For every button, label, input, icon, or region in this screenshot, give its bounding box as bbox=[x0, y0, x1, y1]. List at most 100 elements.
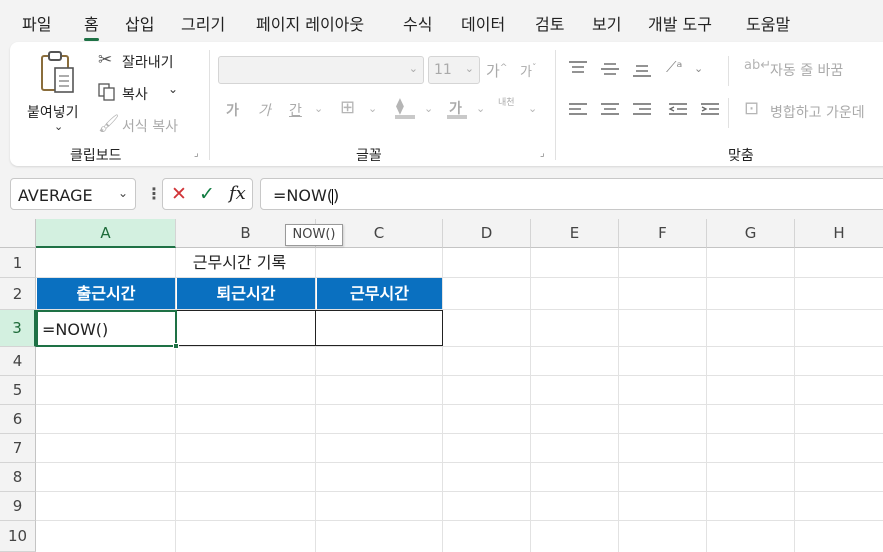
formula-input[interactable]: =NOW() bbox=[260, 178, 883, 210]
wrap-text-button[interactable]: ab↵ 자동 줄 바꿈 bbox=[744, 58, 883, 80]
bold-button[interactable]: 가 bbox=[226, 100, 239, 120]
align-top-icon[interactable] bbox=[568, 60, 588, 76]
align-middle-icon[interactable] bbox=[600, 62, 620, 78]
chevron-down-icon: ⌄ bbox=[408, 62, 418, 75]
cell-a3-active[interactable]: =NOW() bbox=[36, 310, 179, 349]
font-name-dropdown[interactable]: ⌄ bbox=[218, 56, 424, 84]
tab-review[interactable]: 검토 bbox=[535, 11, 564, 35]
decrease-indent-icon[interactable] bbox=[668, 102, 688, 118]
cell-b3[interactable] bbox=[175, 310, 316, 346]
select-all-corner[interactable] bbox=[0, 219, 36, 248]
merge-center-button[interactable]: ⊡ 병합하고 가운데 bbox=[744, 98, 883, 122]
column-header-d[interactable]: D bbox=[443, 219, 531, 248]
ribbon: 붙여넣기 ⌄ ✂ 잘라내기 복사 ⌄ 🖌 서식 복사 클립보드 ⌟ ⌄ 11 ⌄… bbox=[10, 42, 883, 166]
more-options-icon[interactable]: ⋮ bbox=[146, 184, 162, 203]
cell-b2-header[interactable]: 퇴근시간 bbox=[177, 278, 315, 309]
name-box-value: AVERAGE bbox=[18, 186, 93, 205]
chevron-down-icon[interactable]: ⌄ bbox=[118, 186, 128, 200]
dialog-launcher-icon[interactable]: ⌟ bbox=[194, 148, 199, 159]
cell-c3[interactable] bbox=[315, 310, 443, 346]
enter-icon[interactable]: ✓ bbox=[199, 183, 215, 205]
copy-button[interactable]: 복사 ⌄ bbox=[98, 82, 198, 104]
gridline bbox=[36, 433, 883, 434]
row-header-3[interactable]: 3 bbox=[0, 310, 36, 347]
chevron-down-icon[interactable]: ⌄ bbox=[476, 102, 485, 115]
cut-button[interactable]: ✂ 잘라내기 bbox=[98, 50, 198, 72]
font-color-button[interactable]: 가 bbox=[446, 96, 468, 120]
column-header-a[interactable]: A bbox=[36, 219, 176, 248]
align-right-icon[interactable] bbox=[632, 102, 652, 118]
chevron-down-icon[interactable]: ⌄ bbox=[424, 102, 433, 115]
phonetic-button[interactable]: 내천 bbox=[498, 98, 518, 108]
scissors-icon: ✂ bbox=[98, 50, 113, 70]
tab-developer[interactable]: 개발 도구 bbox=[648, 11, 712, 35]
separator bbox=[555, 50, 556, 160]
function-tooltip: NOW() bbox=[285, 224, 343, 246]
orientation-icon[interactable]: ⟋ᵃ bbox=[666, 58, 682, 76]
gridline bbox=[794, 248, 795, 552]
cell-c2-header[interactable]: 근무시간 bbox=[317, 278, 442, 309]
gridline bbox=[36, 375, 883, 376]
row-header-5[interactable]: 5 bbox=[0, 376, 36, 405]
chevron-down-icon[interactable]: ⌄ bbox=[528, 102, 537, 115]
tab-insert[interactable]: 삽입 bbox=[125, 11, 154, 35]
row-header-8[interactable]: 8 bbox=[0, 463, 36, 492]
row-header-10[interactable]: 10 bbox=[0, 521, 36, 552]
gridline bbox=[706, 248, 707, 552]
chevron-down-icon: ⌄ bbox=[464, 62, 474, 75]
formula-controls: ✕ ✓ fx bbox=[162, 178, 253, 210]
increase-indent-icon[interactable] bbox=[700, 102, 720, 118]
borders-icon[interactable]: ⊞ bbox=[340, 97, 355, 118]
column-header-f[interactable]: F bbox=[619, 219, 707, 248]
row-header-9[interactable]: 9 bbox=[0, 492, 36, 521]
tab-help[interactable]: 도움말 bbox=[746, 11, 790, 35]
row-header-7[interactable]: 7 bbox=[0, 434, 36, 463]
gridline bbox=[36, 491, 883, 492]
row-header-2[interactable]: 2 bbox=[0, 278, 36, 310]
name-box[interactable]: AVERAGE ⌄ bbox=[10, 178, 136, 210]
row-header-6[interactable]: 6 bbox=[0, 405, 36, 434]
grow-font-button[interactable]: 가^ bbox=[486, 60, 507, 81]
fill-handle[interactable] bbox=[173, 343, 179, 349]
paintbrush-icon: 🖌 bbox=[98, 114, 120, 134]
align-center-icon[interactable] bbox=[600, 102, 620, 118]
cell-b1-title[interactable]: 근무시간 기록 bbox=[176, 249, 303, 277]
column-header-e[interactable]: E bbox=[531, 219, 619, 248]
font-size-dropdown[interactable]: 11 ⌄ bbox=[428, 56, 480, 84]
formula-bar: AVERAGE ⌄ ⋮ ✕ ✓ fx =NOW() bbox=[0, 172, 883, 218]
insert-function-icon[interactable]: fx bbox=[229, 183, 246, 204]
row-header-4[interactable]: 4 bbox=[0, 347, 36, 376]
align-left-icon[interactable] bbox=[568, 102, 588, 118]
column-header-g[interactable]: G bbox=[707, 219, 795, 248]
format-painter-button[interactable]: 🖌 서식 복사 bbox=[98, 114, 208, 136]
chevron-down-icon[interactable]: ⌄ bbox=[314, 102, 323, 115]
chevron-down-icon[interactable]: ⌄ bbox=[694, 62, 703, 75]
tab-formulas[interactable]: 수식 bbox=[403, 11, 432, 35]
italic-button[interactable]: 가 bbox=[258, 100, 271, 120]
separator bbox=[728, 98, 729, 128]
dialog-launcher-icon[interactable]: ⌟ bbox=[540, 148, 545, 159]
gridline bbox=[530, 248, 531, 552]
tab-draw[interactable]: 그리기 bbox=[181, 11, 225, 35]
formula-text: =NOW() bbox=[273, 186, 340, 205]
tab-file[interactable]: 파일 bbox=[22, 11, 51, 35]
align-bottom-icon[interactable] bbox=[632, 64, 652, 80]
merge-cells-icon: ⊡ bbox=[744, 98, 760, 119]
shrink-font-button[interactable]: 가ˇ bbox=[520, 61, 536, 80]
chevron-down-icon[interactable]: ⌄ bbox=[168, 82, 178, 96]
cancel-icon[interactable]: ✕ bbox=[171, 183, 187, 205]
spreadsheet-grid[interactable]: A B C D E F G H 1 2 3 4 5 6 7 8 9 10 근무시… bbox=[0, 219, 883, 552]
cell-a2-header[interactable]: 출근시간 bbox=[37, 278, 175, 309]
column-header-h[interactable]: H bbox=[795, 219, 883, 248]
tab-data[interactable]: 데이터 bbox=[461, 11, 505, 35]
tab-home[interactable]: 홈 bbox=[84, 11, 99, 41]
paste-button[interactable]: 붙여넣기 ⌄ bbox=[24, 50, 90, 134]
fill-color-button[interactable]: ⧫ bbox=[394, 96, 416, 120]
tab-page-layout[interactable]: 페이지 레이아웃 bbox=[256, 11, 364, 35]
paint-bucket-icon: ⧫ bbox=[396, 96, 404, 115]
chevron-down-icon: ⌄ bbox=[54, 120, 64, 133]
row-header-1[interactable]: 1 bbox=[0, 248, 36, 278]
underline-button[interactable]: 간 bbox=[289, 100, 302, 120]
chevron-down-icon[interactable]: ⌄ bbox=[368, 102, 377, 115]
tab-view[interactable]: 보기 bbox=[592, 11, 621, 35]
